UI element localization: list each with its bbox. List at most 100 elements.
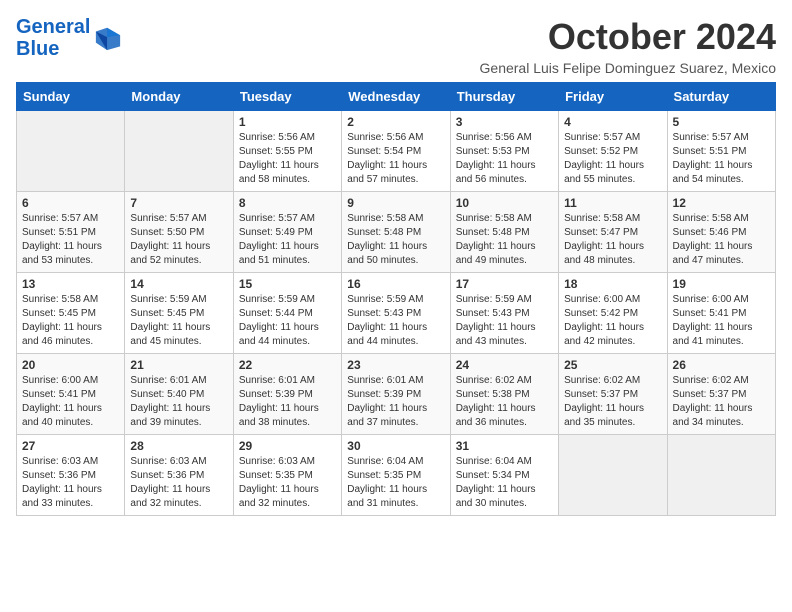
day-info: Sunrise: 6:02 AMSunset: 5:38 PMDaylight:… — [456, 374, 553, 430]
day-number: 24 — [456, 358, 553, 372]
calendar-cell: 3 Sunrise: 5:56 AMSunset: 5:53 PMDaylight… — [450, 111, 558, 192]
calendar-week-2: 6 Sunrise: 5:57 AMSunset: 5:51 PMDaylight… — [17, 192, 776, 273]
calendar-cell: 27Sunrise: 6:03 AMSunset: 5:36 PMDayligh… — [17, 435, 125, 516]
calendar-cell: 24 Sunrise: 6:02 AMSunset: 5:38 PMDayligh… — [450, 354, 558, 435]
day-number: 21 — [130, 358, 227, 372]
day-info: Sunrise: 5:57 AMSunset: 5:51 PMDaylight:… — [22, 212, 119, 268]
day-number: 30 — [347, 439, 444, 453]
calendar-cell: 30 Sunrise: 6:04 AMSunset: 5:35 PMDayligh… — [342, 435, 450, 516]
day-info: Sunrise: 6:01 AMSunset: 5:39 PMDaylight:… — [239, 374, 336, 430]
day-number: 18 — [564, 277, 661, 291]
calendar-header-sunday: Sunday — [17, 83, 125, 111]
calendar-header-monday: Monday — [125, 83, 233, 111]
calendar-cell: 26Sunrise: 6:02 AMSunset: 5:37 PMDayligh… — [667, 354, 775, 435]
calendar-header-wednesday: Wednesday — [342, 83, 450, 111]
day-number: 7 — [130, 196, 227, 210]
calendar-cell: 20 Sunrise: 6:00 AMSunset: 5:41 PMDayligh… — [17, 354, 125, 435]
calendar-cell: 7Sunrise: 5:57 AMSunset: 5:50 PMDaylight… — [125, 192, 233, 273]
day-number: 9 — [347, 196, 444, 210]
calendar-cell — [125, 111, 233, 192]
day-info: Sunrise: 5:56 AMSunset: 5:55 PMDaylight:… — [239, 131, 336, 187]
calendar-cell: 11 Sunrise: 5:58 AMSunset: 5:47 PMDayligh… — [559, 192, 667, 273]
calendar-week-3: 13Sunrise: 5:58 AMSunset: 5:45 PMDayligh… — [17, 273, 776, 354]
calendar-cell: 31 Sunrise: 6:04 AMSunset: 5:34 PMDayligh… — [450, 435, 558, 516]
day-number: 20 — [22, 358, 119, 372]
day-info: Sunrise: 6:00 AMSunset: 5:42 PMDaylight:… — [564, 293, 661, 349]
calendar-cell: 2Sunrise: 5:56 AMSunset: 5:54 PMDaylight… — [342, 111, 450, 192]
day-number: 25 — [564, 358, 661, 372]
day-number: 29 — [239, 439, 336, 453]
calendar-header-thursday: Thursday — [450, 83, 558, 111]
calendar-cell: 29 Sunrise: 6:03 AMSunset: 5:35 PMDayligh… — [233, 435, 341, 516]
calendar-header-saturday: Saturday — [667, 83, 775, 111]
day-info: Sunrise: 6:01 AMSunset: 5:39 PMDaylight:… — [347, 374, 444, 430]
day-info: Sunrise: 5:59 AMSunset: 5:44 PMDaylight:… — [239, 293, 336, 349]
day-number: 13 — [22, 277, 119, 291]
calendar-cell: 22 Sunrise: 6:01 AMSunset: 5:39 PMDayligh… — [233, 354, 341, 435]
logo: General Blue — [16, 16, 122, 60]
calendar-cell: 17Sunrise: 5:59 AMSunset: 5:43 PMDayligh… — [450, 273, 558, 354]
calendar-cell: 12 Sunrise: 5:58 AMSunset: 5:46 PMDayligh… — [667, 192, 775, 273]
day-number: 12 — [673, 196, 770, 210]
day-number: 14 — [130, 277, 227, 291]
day-number: 1 — [239, 115, 336, 129]
day-info: Sunrise: 5:58 AMSunset: 5:46 PMDaylight:… — [673, 212, 770, 268]
calendar-cell: 6 Sunrise: 5:57 AMSunset: 5:51 PMDaylight… — [17, 192, 125, 273]
day-number: 8 — [239, 196, 336, 210]
calendar-cell — [17, 111, 125, 192]
day-number: 22 — [239, 358, 336, 372]
day-info: Sunrise: 6:03 AMSunset: 5:36 PMDaylight:… — [130, 455, 227, 511]
day-info: Sunrise: 5:56 AMSunset: 5:53 PMDaylight:… — [456, 131, 553, 187]
day-info: Sunrise: 6:02 AMSunset: 5:37 PMDaylight:… — [564, 374, 661, 430]
day-info: Sunrise: 6:00 AMSunset: 5:41 PMDaylight:… — [22, 374, 119, 430]
day-info: Sunrise: 6:00 AMSunset: 5:41 PMDaylight:… — [673, 293, 770, 349]
header: General Blue October 2024 General Luis F… — [16, 16, 776, 76]
calendar-cell: 8Sunrise: 5:57 AMSunset: 5:49 PMDaylight… — [233, 192, 341, 273]
calendar-week-4: 20 Sunrise: 6:00 AMSunset: 5:41 PMDayligh… — [17, 354, 776, 435]
day-number: 17 — [456, 277, 553, 291]
day-info: Sunrise: 6:01 AMSunset: 5:40 PMDaylight:… — [130, 374, 227, 430]
calendar-header-tuesday: Tuesday — [233, 83, 341, 111]
calendar-cell: 23 Sunrise: 6:01 AMSunset: 5:39 PMDayligh… — [342, 354, 450, 435]
day-number: 26 — [673, 358, 770, 372]
calendar-week-1: 1 Sunrise: 5:56 AMSunset: 5:55 PMDaylight… — [17, 111, 776, 192]
calendar-cell: 19 Sunrise: 6:00 AMSunset: 5:41 PMDayligh… — [667, 273, 775, 354]
calendar: SundayMondayTuesdayWednesdayThursdayFrid… — [16, 82, 776, 516]
calendar-cell: 14Sunrise: 5:59 AMSunset: 5:45 PMDayligh… — [125, 273, 233, 354]
day-number: 5 — [673, 115, 770, 129]
day-info: Sunrise: 5:57 AMSunset: 5:52 PMDaylight:… — [564, 131, 661, 187]
day-number: 2 — [347, 115, 444, 129]
calendar-week-5: 27Sunrise: 6:03 AMSunset: 5:36 PMDayligh… — [17, 435, 776, 516]
day-info: Sunrise: 5:59 AMSunset: 5:43 PMDaylight:… — [347, 293, 444, 349]
day-number: 15 — [239, 277, 336, 291]
day-number: 23 — [347, 358, 444, 372]
day-info: Sunrise: 5:57 AMSunset: 5:51 PMDaylight:… — [673, 131, 770, 187]
day-number: 4 — [564, 115, 661, 129]
calendar-cell: 9 Sunrise: 5:58 AMSunset: 5:48 PMDaylight… — [342, 192, 450, 273]
day-info: Sunrise: 6:04 AMSunset: 5:35 PMDaylight:… — [347, 455, 444, 511]
title-area: October 2024 General Luis Felipe Domingu… — [480, 16, 776, 76]
subtitle: General Luis Felipe Dominguez Suarez, Me… — [480, 60, 776, 76]
day-info: Sunrise: 5:58 AMSunset: 5:47 PMDaylight:… — [564, 212, 661, 268]
day-info: Sunrise: 5:58 AMSunset: 5:48 PMDaylight:… — [456, 212, 553, 268]
calendar-cell: 4 Sunrise: 5:57 AMSunset: 5:52 PMDaylight… — [559, 111, 667, 192]
day-info: Sunrise: 6:04 AMSunset: 5:34 PMDaylight:… — [456, 455, 553, 511]
day-number: 19 — [673, 277, 770, 291]
day-number: 3 — [456, 115, 553, 129]
day-info: Sunrise: 6:03 AMSunset: 5:35 PMDaylight:… — [239, 455, 336, 511]
calendar-cell: 28 Sunrise: 6:03 AMSunset: 5:36 PMDayligh… — [125, 435, 233, 516]
month-title: October 2024 — [480, 16, 776, 58]
day-number: 31 — [456, 439, 553, 453]
day-number: 11 — [564, 196, 661, 210]
calendar-cell: 16Sunrise: 5:59 AMSunset: 5:43 PMDayligh… — [342, 273, 450, 354]
calendar-header-friday: Friday — [559, 83, 667, 111]
calendar-cell: 21 Sunrise: 6:01 AMSunset: 5:40 PMDayligh… — [125, 354, 233, 435]
calendar-header-row: SundayMondayTuesdayWednesdayThursdayFrid… — [17, 83, 776, 111]
day-info: Sunrise: 5:58 AMSunset: 5:48 PMDaylight:… — [347, 212, 444, 268]
calendar-cell: 25 Sunrise: 6:02 AMSunset: 5:37 PMDayligh… — [559, 354, 667, 435]
day-number: 6 — [22, 196, 119, 210]
day-info: Sunrise: 6:03 AMSunset: 5:36 PMDaylight:… — [22, 455, 119, 511]
calendar-cell: 13Sunrise: 5:58 AMSunset: 5:45 PMDayligh… — [17, 273, 125, 354]
calendar-cell: 1 Sunrise: 5:56 AMSunset: 5:55 PMDaylight… — [233, 111, 341, 192]
day-number: 28 — [130, 439, 227, 453]
